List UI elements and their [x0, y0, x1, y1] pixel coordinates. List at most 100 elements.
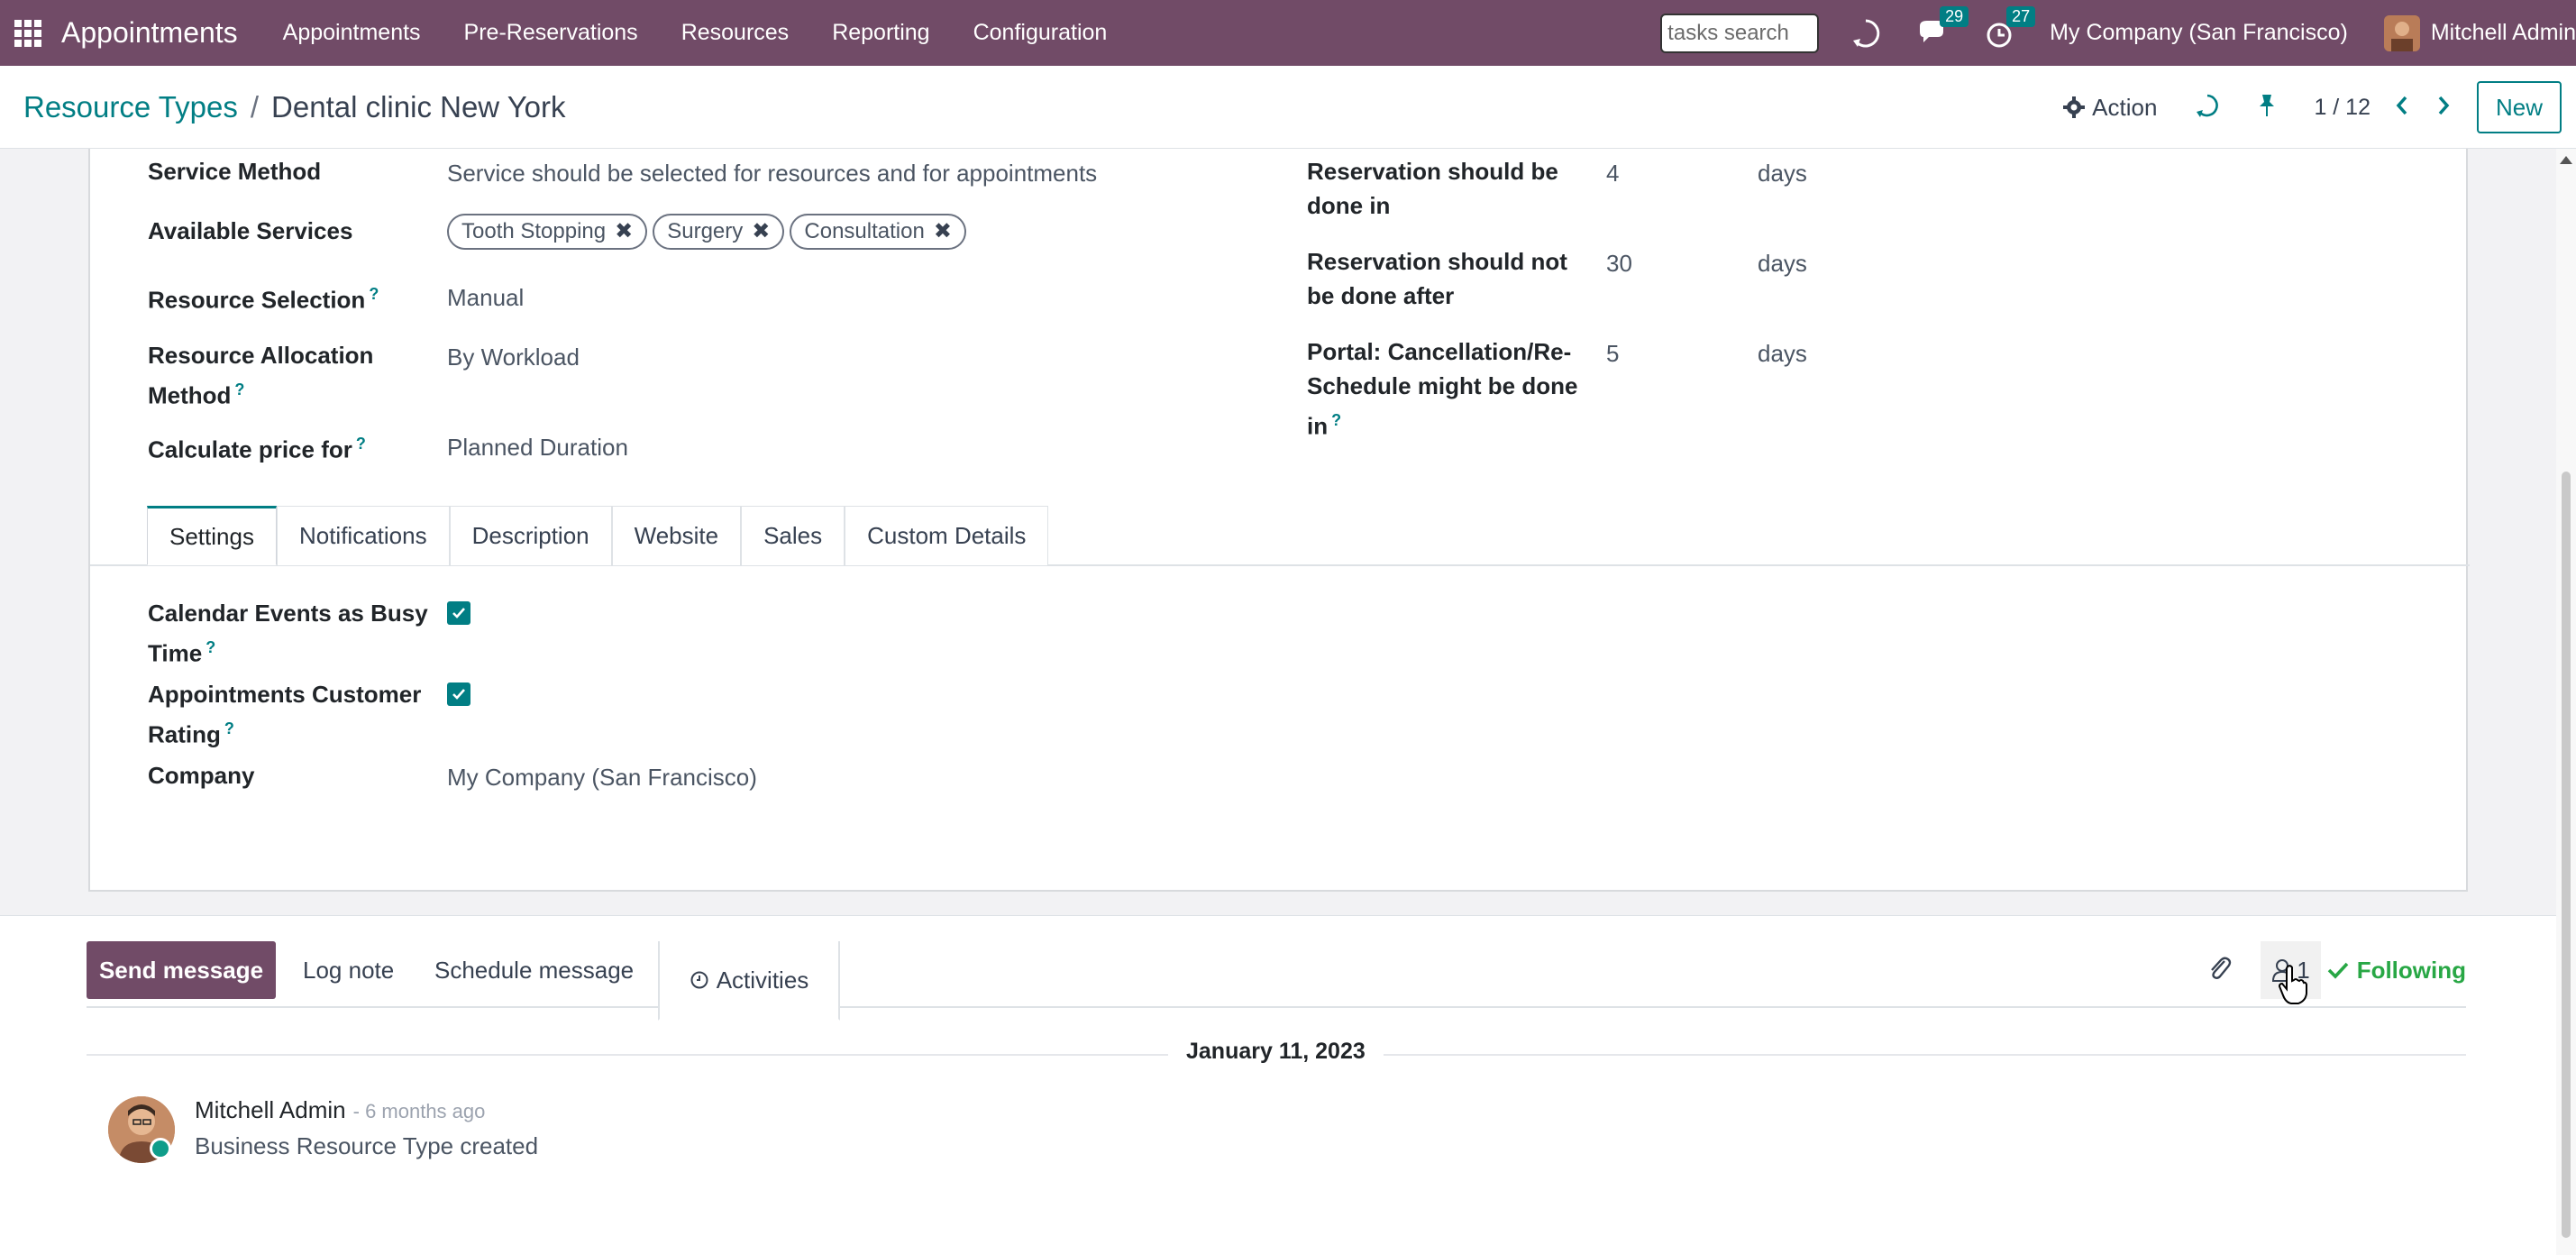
help-icon[interactable]: ? [234, 380, 244, 398]
tag-consultation: Consultation ✖ [790, 214, 966, 250]
clock-icon [690, 971, 708, 989]
chatter-topbar: Send message Log note Schedule message A… [87, 941, 2466, 1021]
tag-surgery: Surgery ✖ [653, 214, 785, 250]
activities-count-badge: 27 [2006, 5, 2036, 27]
activities-label: Activities [716, 966, 809, 994]
breadcrumb-separator: / [250, 89, 260, 124]
following-label: Following [2356, 956, 2466, 984]
menu-configuration[interactable]: Configuration [952, 20, 1129, 46]
label-line: be done after [1307, 282, 1455, 309]
label-line: Method [148, 381, 232, 409]
tag-label: Tooth Stopping [461, 219, 607, 243]
portal-cancellation-value[interactable]: 5 [1606, 336, 1619, 371]
record-refresh-icon[interactable] [2195, 93, 2220, 123]
resource-selection-value[interactable]: Manual [447, 280, 524, 315]
vertical-scrollbar[interactable] [2556, 149, 2576, 1255]
portal-cancellation-unit: days [1758, 340, 1807, 367]
online-status-indicator [150, 1138, 171, 1159]
reservation-not-after-value[interactable]: 30 [1606, 246, 1632, 280]
app-brand[interactable]: Appointments [61, 16, 238, 50]
messages-count-badge: 29 [1940, 5, 1969, 27]
paperclip-icon[interactable] [2206, 954, 2232, 987]
label-line: Resource Allocation [148, 342, 374, 369]
pager-previous-icon[interactable] [2394, 95, 2410, 121]
help-icon[interactable]: ? [224, 719, 234, 737]
message-time: - 6 months ago [352, 1100, 486, 1122]
menu-resources[interactable]: Resources [660, 20, 811, 46]
menu-reporting[interactable]: Reporting [810, 20, 951, 46]
label-text: Calculate price for [148, 435, 352, 463]
activities-clock-icon[interactable]: 27 [1983, 5, 2036, 50]
available-services-label: Available Services [148, 217, 353, 244]
help-icon[interactable]: ? [1331, 411, 1341, 429]
service-method-label: Service Method [148, 158, 322, 185]
help-icon[interactable]: ? [356, 435, 366, 453]
label-line: Appointments Customer [148, 681, 422, 708]
help-icon[interactable]: ? [206, 638, 215, 656]
calculate-price-value[interactable]: Planned Duration [447, 430, 628, 464]
remove-tag-icon[interactable]: ✖ [934, 215, 952, 249]
user-menu[interactable]: Mitchell Admin [2383, 14, 2576, 51]
available-services-tags[interactable]: Tooth Stopping ✖ Surgery ✖ Consultation ✖ [447, 214, 972, 250]
activities-button[interactable]: Activities [658, 941, 840, 1021]
scrollbar-thumb[interactable] [2562, 472, 2571, 1238]
scroll-up-icon[interactable] [2560, 156, 2572, 164]
help-icon[interactable]: ? [369, 285, 379, 303]
allocation-method-value[interactable]: By Workload [447, 340, 580, 374]
form-tabs: Settings Notifications Description Websi… [147, 506, 1049, 565]
form-sheet: Service Method Service should be selecte… [88, 149, 2470, 892]
breadcrumb-resource-types[interactable]: Resource Types [23, 90, 238, 124]
tab-notifications[interactable]: Notifications [276, 506, 450, 565]
menu-appointments[interactable]: Appointments [261, 20, 443, 46]
remove-tag-icon[interactable]: ✖ [615, 215, 633, 249]
top-navbar: Appointments Appointments Pre-Reservatio… [0, 0, 2576, 66]
pager-next-icon[interactable] [2435, 95, 2452, 121]
label-line: Reservation should not [1307, 248, 1567, 275]
label-line: Reservation should be [1307, 158, 1558, 185]
user-name: Mitchell Admin [2430, 20, 2576, 45]
reservation-done-in-label: Reservation should be done in [1307, 154, 1558, 223]
control-panel: Resource Types / Dental clinic New York … [0, 66, 2576, 149]
main-menu: Appointments Pre-Reservations Resources … [261, 20, 1129, 46]
company-switcher[interactable]: My Company (San Francisco) [2050, 20, 2348, 46]
new-button[interactable]: New [2477, 81, 2562, 133]
pin-icon[interactable] [2256, 93, 2278, 123]
label-line: Rating [148, 720, 221, 748]
send-message-button[interactable]: Send message [87, 941, 276, 999]
tab-description[interactable]: Description [449, 506, 612, 565]
tab-custom-details[interactable]: Custom Details [845, 506, 1049, 565]
apps-menu-icon[interactable] [14, 19, 41, 47]
calendar-busy-label: Calendar Events as Busy Time? [148, 596, 428, 671]
menu-pre-reservations[interactable]: Pre-Reservations [443, 20, 660, 46]
action-label: Action [2092, 93, 2158, 121]
user-avatar [2383, 14, 2420, 51]
action-menu-button[interactable]: Action [2063, 94, 2157, 122]
customer-rating-checkbox[interactable] [447, 682, 470, 706]
log-note-button[interactable]: Log note [303, 941, 394, 999]
label-line: Calendar Events as Busy [148, 600, 428, 627]
reservation-not-after-unit: days [1758, 250, 1807, 277]
tab-settings[interactable]: Settings [147, 506, 277, 565]
label-line: in [1307, 412, 1329, 440]
schedule-message-button[interactable]: Schedule message [434, 941, 634, 999]
message-header: Mitchell Admin - 6 months ago [195, 1096, 485, 1124]
following-button[interactable]: Following [2326, 957, 2466, 985]
pager-value[interactable]: 1 / 12 [2314, 95, 2370, 121]
message-author[interactable]: Mitchell Admin [195, 1096, 346, 1123]
tasks-search-input[interactable] [1660, 13, 1820, 53]
breadcrumb: Resource Types / Dental clinic New York [23, 90, 566, 124]
tab-sales[interactable]: Sales [741, 506, 845, 565]
company-value[interactable]: My Company (San Francisco) [447, 760, 757, 794]
messages-icon[interactable]: 29 [1916, 5, 1969, 50]
calendar-busy-checkbox[interactable] [447, 601, 470, 625]
service-method-value[interactable]: Service should be selected for resources… [447, 156, 1097, 190]
label-line: done in [1307, 192, 1391, 219]
remove-tag-icon[interactable]: ✖ [752, 215, 770, 249]
breadcrumb-current: Dental clinic New York [271, 89, 566, 124]
refresh-icon[interactable] [1850, 17, 1882, 50]
label-line: Schedule might be done [1307, 372, 1578, 399]
tab-website[interactable]: Website [611, 506, 742, 565]
reservation-done-in-value[interactable]: 4 [1606, 156, 1619, 190]
tag-label: Consultation [804, 219, 925, 243]
customer-rating-label: Appointments Customer Rating? [148, 677, 421, 752]
